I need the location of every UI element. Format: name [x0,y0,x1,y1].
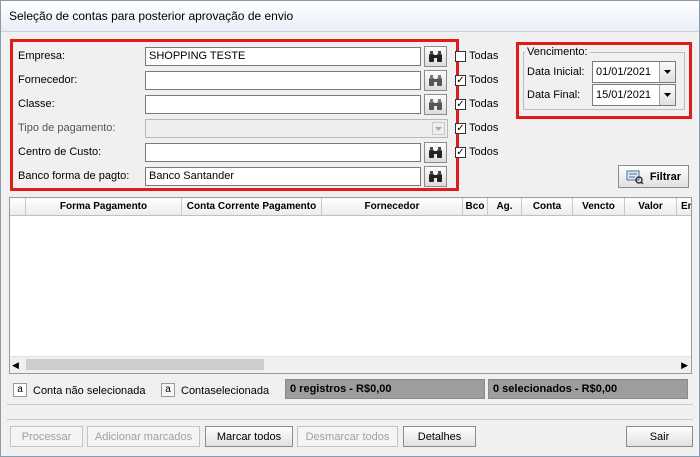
classe-todas-checkbox[interactable]: ✓ [455,99,466,110]
window-title: Seleção de contas para posterior aprovaç… [9,9,294,23]
binoculars-icon [429,74,442,86]
centro-custo-lookup-button[interactable] [424,142,447,163]
data-inicial-dropdown-button[interactable] [659,62,675,82]
fornecedor-lookup-button[interactable] [424,70,447,91]
banco-forma-field[interactable]: Banco Santander [145,167,421,186]
col-conta[interactable]: Conta [522,198,573,215]
selecionados-status: 0 selecionados - R$0,00 [488,379,688,399]
chevron-down-icon [664,70,671,74]
binoculars-icon [429,146,442,158]
binoculars-icon [429,50,442,62]
tipo-pagamento-label: Tipo de pagamento: [18,122,116,134]
filtrar-button[interactable]: Filtrar [618,165,689,188]
data-final-picker[interactable]: 15/01/2021 [592,84,676,106]
banco-forma-lookup-button[interactable] [424,166,447,187]
scroll-left-icon[interactable]: ◀ [12,360,19,371]
empresa-todas-checkbox[interactable] [455,51,466,62]
processar-button[interactable]: Processar [10,426,83,447]
data-final-label: Data Final: [527,89,581,101]
empresa-field[interactable]: SHOPPING TESTE [145,47,421,66]
fornecedor-label: Fornecedor: [18,74,78,86]
title-bar: Seleção de contas para posterior aprovaç… [1,1,699,32]
filter-icon [626,170,644,185]
scroll-right-icon[interactable]: ▶ [681,360,688,371]
grid-header: Forma Pagamento Conta Corrente Pagamento… [10,198,691,216]
col-empresa[interactable]: Empr [677,198,691,215]
tipo-pagamento-select[interactable] [145,119,448,138]
registros-status: 0 registros - R$0,00 [285,379,485,399]
col-bco[interactable]: Bco [463,198,488,215]
data-inicial-value: 01/01/2021 [596,66,652,78]
binoculars-icon [429,170,442,182]
col-conta-corrente[interactable]: Conta Corrente Pagamento [182,198,322,215]
classe-todas-label: Todas [469,98,499,110]
data-final-value: 15/01/2021 [596,89,652,101]
empresa-label: Empresa: [18,50,66,62]
adicionar-marcados-button[interactable]: Adicionar marcados [87,426,200,447]
binoculars-icon [429,98,442,110]
data-final-dropdown-button[interactable] [659,85,675,105]
col-fornecedor[interactable]: Fornecedor [322,198,463,215]
app-window: Seleção de contas para posterior aprovaç… [0,0,700,457]
separator-top [7,404,693,405]
chevron-down-icon [432,122,445,135]
nao-selecionada-label: Conta não selecionada [33,385,146,397]
tipo-pagamento-todos-checkbox[interactable]: ✓ [455,123,466,134]
selecionada-legend-icon: a [161,383,175,397]
centro-custo-field[interactable] [145,143,421,162]
marcar-todos-button[interactable]: Marcar todos [205,426,293,447]
grid-indicator-col [10,198,26,215]
separator-bottom [7,419,693,420]
tipo-pagamento-todos-label: Todos [469,122,499,134]
data-inicial-label: Data Inicial: [527,66,585,78]
contas-grid[interactable]: Forma Pagamento Conta Corrente Pagamento… [9,197,692,374]
filtrar-label: Filtrar [649,170,682,183]
nao-selecionada-legend-icon: a [13,383,27,397]
grid-horizontal-scrollbar[interactable]: ◀ ▶ [10,356,691,373]
col-valor[interactable]: Valor [625,198,677,215]
banco-forma-label: Banco forma de pagto: [18,170,130,182]
fornecedor-field[interactable] [145,71,421,90]
empresa-todas-label: Todas [469,50,499,62]
desmarcar-todos-button[interactable]: Desmarcar todos [297,426,398,447]
vencimento-title: Vencimento: [525,46,590,58]
classe-field[interactable] [145,95,421,114]
data-inicial-picker[interactable]: 01/01/2021 [592,61,676,83]
fornecedor-todos-label: Todos [469,74,499,86]
col-vencto[interactable]: Vencto [573,198,625,215]
centro-custo-todos-label: Todos [469,146,499,158]
classe-lookup-button[interactable] [424,94,447,115]
empresa-lookup-button[interactable] [424,46,447,67]
col-forma-pagamento[interactable]: Forma Pagamento [26,198,182,215]
centro-custo-todos-checkbox[interactable]: ✓ [455,147,466,158]
selecionada-label: Contaselecionada [181,385,270,397]
classe-label: Classe: [18,98,55,110]
chevron-down-icon [664,93,671,97]
sair-button[interactable]: Sair [626,426,693,447]
col-ag[interactable]: Ag. [488,198,522,215]
fornecedor-todos-checkbox[interactable]: ✓ [455,75,466,86]
centro-custo-label: Centro de Custo: [18,146,102,158]
detalhes-button[interactable]: Detalhes [403,426,476,447]
scroll-thumb[interactable] [26,359,264,370]
